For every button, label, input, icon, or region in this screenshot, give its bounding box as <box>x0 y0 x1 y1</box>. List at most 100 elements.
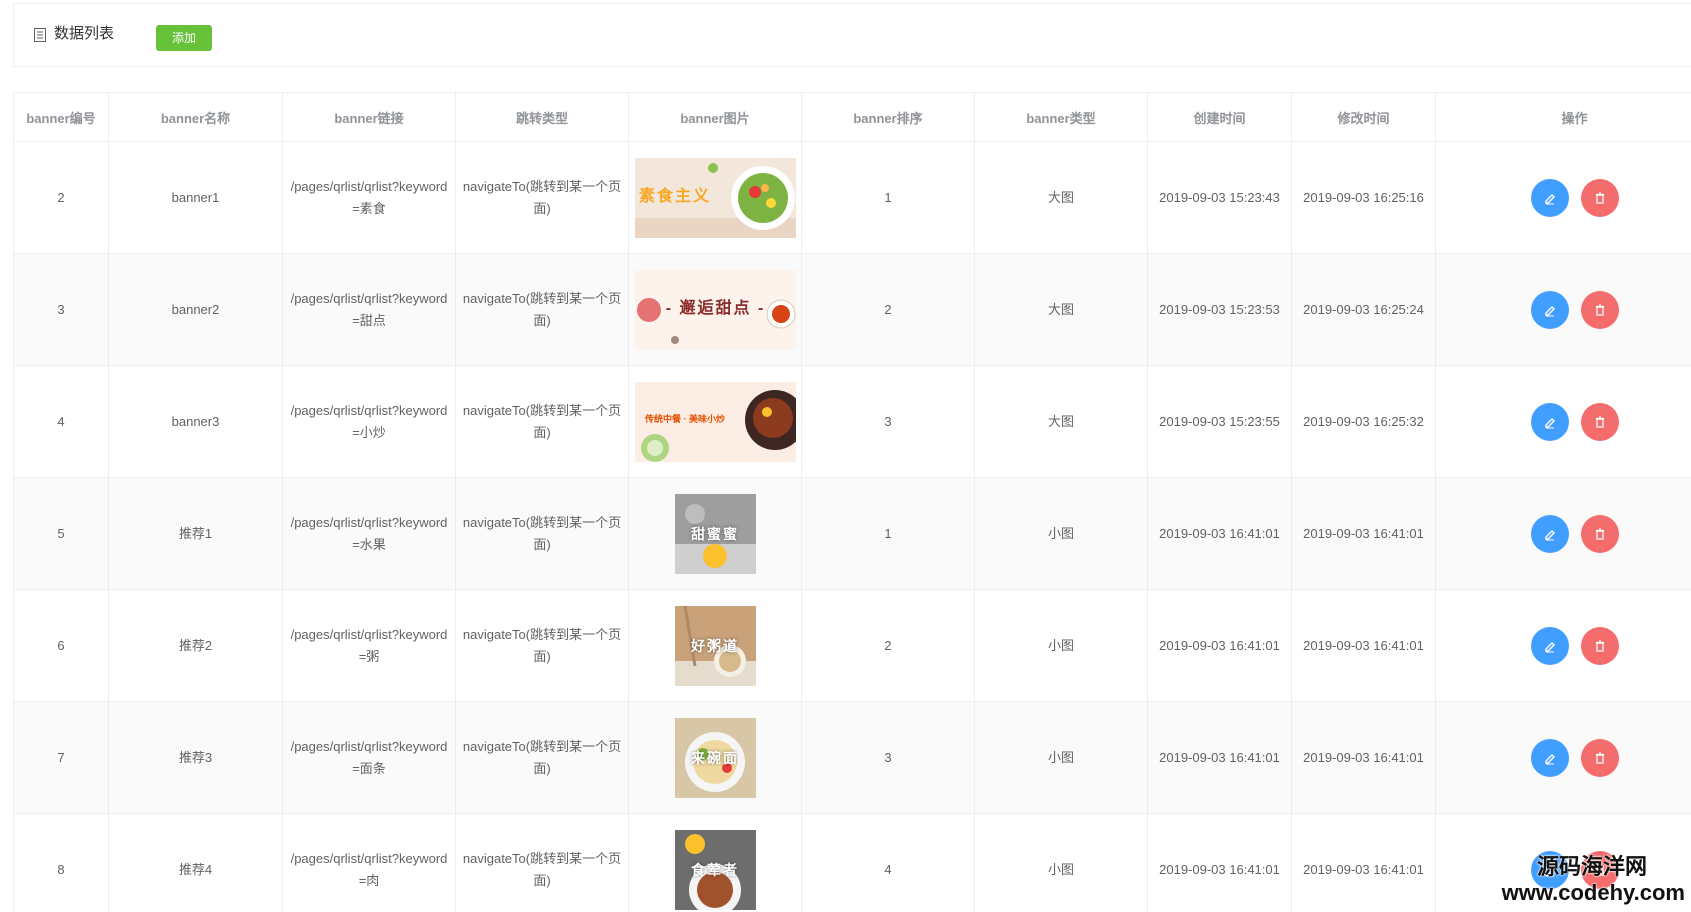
cell-order: 2 <box>801 589 975 702</box>
cell-link: /pages/qrlist/qrlist?keyword=小炒 <box>282 365 456 478</box>
edit-icon <box>1544 193 1555 204</box>
edit-button[interactable] <box>1530 290 1569 329</box>
banner-image[interactable]: 素食主义 <box>635 157 796 238</box>
page: 数据列表 添加 banner编号 banner名称 banner链接 跳转类型 … <box>0 0 1691 912</box>
column-header[interactable]: banner编号 <box>13 92 109 142</box>
banner-image-caption: 食荤者 <box>691 861 739 878</box>
column-header[interactable]: banner排序 <box>801 92 975 142</box>
cell-actions <box>1435 141 1691 254</box>
cell-link: /pages/qrlist/qrlist?keyword=粥 <box>282 589 456 702</box>
delete-button[interactable] <box>1580 626 1619 665</box>
table-header-row: banner编号 banner名称 banner链接 跳转类型 banner图片… <box>13 92 1691 142</box>
cell-image: - 邂逅甜点 - <box>628 253 802 366</box>
banner-image-caption: 传统中餐 · 美味小炒 <box>645 413 725 424</box>
cell-image: 传统中餐 · 美味小炒 <box>628 365 802 478</box>
cell-actions <box>1435 477 1691 590</box>
data-table: banner编号 banner名称 banner链接 跳转类型 banner图片… <box>13 92 1691 912</box>
banner-image[interactable]: 食荤者 <box>674 829 756 910</box>
column-header[interactable]: 跳转类型 <box>455 92 629 142</box>
column-header[interactable]: 操作 <box>1435 92 1691 142</box>
cell-type: 小图 <box>974 589 1148 702</box>
cell-type: 小图 <box>974 701 1148 814</box>
edit-button[interactable] <box>1530 738 1569 777</box>
cell-created: 2019-09-03 16:41:01 <box>1147 589 1292 702</box>
toolbar: 数据列表 添加 <box>13 3 1691 67</box>
cell-created: 2019-09-03 15:23:43 <box>1147 141 1292 254</box>
column-header[interactable]: 创建时间 <box>1147 92 1292 142</box>
cell-jump-type: navigateTo(跳转到某一个页面) <box>455 813 629 912</box>
column-header[interactable]: 修改时间 <box>1291 92 1436 142</box>
banner-image[interactable]: 传统中餐 · 美味小炒 <box>635 381 796 462</box>
banner-image-caption: - 邂逅甜点 - <box>665 299 766 317</box>
edit-button[interactable] <box>1530 850 1569 889</box>
cell-jump-type: navigateTo(跳转到某一个页面) <box>455 253 629 366</box>
cell-type: 大图 <box>974 253 1148 366</box>
cell-name: 推荐4 <box>108 813 283 912</box>
table-row: 3 banner2 /pages/qrlist/qrlist?keyword=甜… <box>13 253 1691 366</box>
banner-image[interactable]: 好粥道 <box>674 605 756 686</box>
cell-modified: 2019-09-03 16:25:16 <box>1291 141 1436 254</box>
cell-id: 6 <box>13 589 109 702</box>
add-button[interactable]: 添加 <box>156 25 212 51</box>
edit-icon <box>1544 305 1555 316</box>
delete-button[interactable] <box>1580 514 1619 553</box>
delete-button[interactable] <box>1580 290 1619 329</box>
banner-image[interactable]: 甜蜜蜜 <box>674 493 756 574</box>
banner-image-caption: 来碗面 <box>691 749 739 766</box>
cell-actions <box>1435 813 1691 912</box>
cell-link: /pages/qrlist/qrlist?keyword=素食 <box>282 141 456 254</box>
table-row: 6 推荐2 /pages/qrlist/qrlist?keyword=粥 nav… <box>13 589 1691 702</box>
cell-image: 好粥道 <box>628 589 802 702</box>
cell-id: 7 <box>13 701 109 814</box>
cell-order: 3 <box>801 365 975 478</box>
cell-image: 素食主义 <box>628 141 802 254</box>
cell-actions <box>1435 701 1691 814</box>
edit-button[interactable] <box>1530 178 1569 217</box>
column-header[interactable]: banner名称 <box>108 92 283 142</box>
cell-modified: 2019-09-03 16:41:01 <box>1291 589 1436 702</box>
cell-link: /pages/qrlist/qrlist?keyword=面条 <box>282 701 456 814</box>
delete-button[interactable] <box>1580 850 1619 889</box>
cell-name: 推荐1 <box>108 477 283 590</box>
delete-button[interactable] <box>1580 738 1619 777</box>
delete-button[interactable] <box>1580 178 1619 217</box>
cell-type: 大图 <box>974 365 1148 478</box>
cell-jump-type: navigateTo(跳转到某一个页面) <box>455 701 629 814</box>
delete-button[interactable] <box>1580 402 1619 441</box>
column-header[interactable]: banner图片 <box>628 92 802 142</box>
delete-icon <box>1595 527 1604 540</box>
cell-created: 2019-09-03 15:23:55 <box>1147 365 1292 478</box>
cell-created: 2019-09-03 16:41:01 <box>1147 813 1292 912</box>
cell-id: 8 <box>13 813 109 912</box>
cell-jump-type: navigateTo(跳转到某一个页面) <box>455 477 629 590</box>
edit-button[interactable] <box>1530 514 1569 553</box>
banner-image[interactable]: 来碗面 <box>674 717 756 798</box>
cell-name: banner1 <box>108 141 283 254</box>
cell-actions <box>1435 589 1691 702</box>
edit-button[interactable] <box>1530 402 1569 441</box>
cell-order: 4 <box>801 813 975 912</box>
table-row: 2 banner1 /pages/qrlist/qrlist?keyword=素… <box>13 141 1691 254</box>
column-header[interactable]: banner链接 <box>282 92 456 142</box>
cell-modified: 2019-09-03 16:25:24 <box>1291 253 1436 366</box>
cell-name: 推荐2 <box>108 589 283 702</box>
cell-link: /pages/qrlist/qrlist?keyword=肉 <box>282 813 456 912</box>
list-icon <box>34 28 46 42</box>
cell-type: 小图 <box>974 477 1148 590</box>
delete-icon <box>1595 751 1604 764</box>
cell-image: 甜蜜蜜 <box>628 477 802 590</box>
banner-image[interactable]: - 邂逅甜点 - <box>635 269 796 350</box>
cell-image: 食荤者 <box>628 813 802 912</box>
edit-icon <box>1544 753 1555 764</box>
cell-created: 2019-09-03 15:23:53 <box>1147 253 1292 366</box>
edit-button[interactable] <box>1530 626 1569 665</box>
cell-type: 小图 <box>974 813 1148 912</box>
banner-image-caption: 甜蜜蜜 <box>691 525 739 542</box>
cell-link: /pages/qrlist/qrlist?keyword=水果 <box>282 477 456 590</box>
cell-actions <box>1435 253 1691 366</box>
cell-id: 5 <box>13 477 109 590</box>
banner-image-caption: 好粥道 <box>691 637 739 654</box>
column-header[interactable]: banner类型 <box>974 92 1148 142</box>
edit-icon <box>1544 641 1555 652</box>
page-title: 数据列表 <box>54 25 115 42</box>
